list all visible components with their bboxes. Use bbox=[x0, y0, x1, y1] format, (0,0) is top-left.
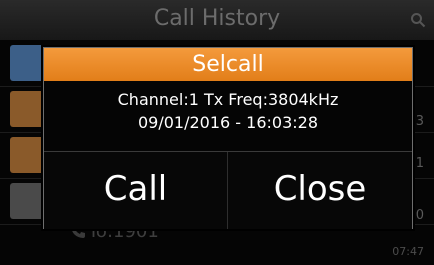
header-bar: Call History bbox=[0, 0, 434, 40]
clock-time: 07:47 bbox=[392, 245, 424, 258]
datetime-text: 09/01/2016 - 16:03:28 bbox=[137, 113, 319, 132]
channel-freq-text: Channel:1 Tx Freq:3804kHz bbox=[117, 90, 339, 109]
dialog-button-row: Call Close bbox=[44, 151, 412, 229]
call-history-screen: Call History 03 01 00 To:1901 07:47 Selc… bbox=[0, 0, 434, 265]
call-button[interactable]: Call bbox=[44, 152, 228, 229]
page-title: Call History bbox=[153, 6, 281, 31]
selcall-dialog: Selcall Channel:1 Tx Freq:3804kHz 09/01/… bbox=[43, 47, 413, 229]
dialog-title: Selcall bbox=[44, 48, 412, 81]
search-icon[interactable] bbox=[410, 12, 426, 28]
close-button[interactable]: Close bbox=[228, 152, 412, 229]
